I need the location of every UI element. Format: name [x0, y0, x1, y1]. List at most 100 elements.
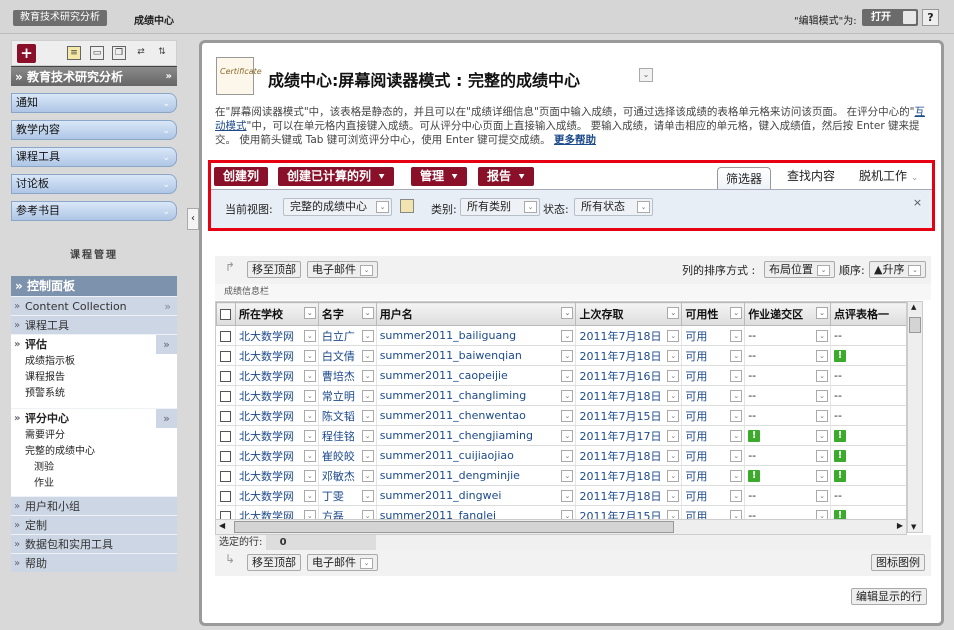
email-bottom-button[interactable]: 电子邮件 ⌄	[307, 554, 378, 571]
cell-hw[interactable]: -- ⌄	[744, 325, 832, 346]
chevron-down-icon[interactable]: ⌄	[730, 350, 743, 362]
control-panel-title[interactable]: » 控制面板	[11, 276, 177, 296]
tab-offline[interactable]: 脱机工作 ⌄	[859, 167, 918, 189]
cp-customization[interactable]: 定制	[11, 515, 177, 535]
cell-user[interactable]: summer2011_changliming ⌄	[376, 385, 577, 406]
cell-avail[interactable]: 可用 ⌄	[681, 325, 746, 346]
chevron-down-icon[interactable]: ⌄	[303, 307, 316, 319]
cell-name[interactable]: 丁雯 ⌄	[318, 485, 377, 506]
status-select[interactable]: 所有状态 ⌄	[574, 198, 653, 216]
cell-school[interactable]: 北大数学网 ⌄	[235, 445, 319, 466]
chevron-down-icon[interactable]: ⌄	[303, 450, 316, 462]
cell-avail[interactable]: 可用 ⌄	[681, 465, 746, 486]
chevron-down-icon[interactable]: ⌄	[730, 410, 743, 422]
chevron-down-icon[interactable]: ⌄	[730, 370, 743, 382]
course-title[interactable]: » 教育技术研究分析 »	[11, 66, 177, 86]
cell-review[interactable]: --	[830, 485, 906, 506]
cell-review[interactable]: !	[830, 345, 906, 366]
icon-legend-button[interactable]: 图标图例	[871, 554, 925, 571]
chevron-down-icon[interactable]: ⌄	[303, 490, 316, 502]
scroll-up-icon[interactable]: ▲	[911, 303, 916, 311]
cell-name[interactable]: 程佳铭 ⌄	[318, 425, 377, 446]
chevron-down-icon[interactable]: ⌄	[561, 390, 574, 402]
cell-avail[interactable]: 可用 ⌄	[681, 385, 746, 406]
tab-find[interactable]: 查找内容	[787, 167, 835, 189]
chevron-down-icon[interactable]: ⌄	[561, 350, 574, 362]
more-help-link[interactable]: 更多帮助	[554, 134, 596, 146]
chevron-down-icon[interactable]: ⌄	[361, 410, 374, 422]
col-header-school[interactable]: 所在学校 ⌄	[234, 302, 319, 326]
cell-name[interactable]: 陈文韬 ⌄	[318, 405, 377, 426]
category-select[interactable]: 所有类别 ⌄	[460, 198, 540, 216]
cell-date[interactable]: 2011年7月18日 ⌄	[575, 325, 683, 346]
scroll-thumb[interactable]	[234, 521, 674, 533]
row-checkbox[interactable]	[219, 370, 231, 382]
cell-hw[interactable]: ! ⌄	[744, 425, 832, 446]
report-button[interactable]: 报告 ⯆	[478, 167, 535, 186]
chevron-down-icon[interactable]: ⌄	[361, 490, 374, 502]
row-checkbox[interactable]	[219, 430, 231, 442]
sort-icon[interactable]: ⇅	[155, 46, 169, 60]
cell-review[interactable]: --	[830, 325, 906, 346]
cp-users-groups[interactable]: 用户和小组	[11, 496, 177, 516]
sidebar-item-content[interactable]: 教学内容 ⌄	[11, 120, 177, 140]
close-filter-icon[interactable]: ×	[911, 196, 924, 209]
chevron-down-icon[interactable]: ⌄	[816, 370, 829, 382]
cell-school[interactable]: 北大数学网 ⌄	[235, 465, 319, 486]
chevron-down-icon[interactable]: ⌄	[667, 490, 680, 502]
cell-avail[interactable]: 可用 ⌄	[681, 485, 746, 506]
cell-name[interactable]: 常立明 ⌄	[318, 385, 377, 406]
chevron-down-icon[interactable]: ⌄	[816, 390, 829, 402]
cell-hw[interactable]: -- ⌄	[744, 385, 832, 406]
move-to-top-button[interactable]: 移至顶部	[247, 261, 301, 278]
cell-hw[interactable]: -- ⌄	[744, 405, 832, 426]
cell-review[interactable]: --	[830, 405, 906, 426]
cp-link-course-reports[interactable]: 课程报告	[11, 370, 177, 386]
sidebar-item-announcements[interactable]: 通知 ⌄	[11, 93, 177, 113]
cell-school[interactable]: 北大数学网 ⌄	[235, 485, 319, 506]
cell-date[interactable]: 2011年7月16日 ⌄	[575, 365, 683, 386]
cell-review[interactable]: !	[830, 465, 906, 486]
cell-user[interactable]: summer2011_chenwentao ⌄	[376, 405, 577, 426]
chevron-down-icon[interactable]: ⌄	[361, 350, 374, 362]
edit-displayed-rows-button[interactable]: 编辑显示的行	[851, 588, 927, 605]
cell-hw[interactable]: -- ⌄	[744, 345, 832, 366]
cell-date[interactable]: 2011年7月18日 ⌄	[575, 385, 683, 406]
col-header-username[interactable]: 用户名 ⌄	[375, 302, 577, 326]
chevron-down-icon[interactable]: ⌄	[561, 307, 574, 319]
cell-user[interactable]: summer2011_dengminjie ⌄	[376, 465, 577, 486]
chevron-down-icon[interactable]: ⌄	[816, 430, 829, 442]
sort-select[interactable]: 布局位置 ⌄	[764, 261, 835, 278]
tab-filter[interactable]: 筛选器	[717, 167, 772, 189]
col-header-last-access[interactable]: 上次存取 ⌄	[575, 302, 683, 326]
cell-date[interactable]: 2011年7月18日 ⌄	[575, 345, 683, 366]
cp-course-tools[interactable]: 课程工具	[11, 315, 177, 335]
chevron-down-icon[interactable]: ⌄	[667, 350, 680, 362]
cp-link-full-grade-center[interactable]: 完整的成绩中心	[11, 444, 177, 460]
cell-name[interactable]: 崔皎皎 ⌄	[318, 445, 377, 466]
edit-mode-toggle[interactable]: 打开	[862, 9, 918, 26]
cell-review[interactable]: !	[830, 445, 906, 466]
cell-school[interactable]: 北大数学网 ⌄	[235, 425, 319, 446]
cell-name[interactable]: 曹培杰 ⌄	[318, 365, 377, 386]
cell-date[interactable]: 2011年7月15日 ⌄	[575, 405, 683, 426]
cell-review[interactable]: --	[830, 365, 906, 386]
view-select[interactable]: 完整的成绩中心 ⌄	[283, 198, 392, 216]
cell-date[interactable]: 2011年7月18日 ⌄	[575, 445, 683, 466]
chevron-down-icon[interactable]: ⌄	[561, 410, 574, 422]
chevron-down-icon[interactable]: ⌄	[667, 410, 680, 422]
cell-user[interactable]: summer2011_dingwei ⌄	[376, 485, 577, 506]
cell-name[interactable]: 白立广 ⌄	[318, 325, 377, 346]
horizontal-scrollbar[interactable]: ◀ ▶	[215, 519, 907, 535]
create-calculated-column-button[interactable]: 创建已计算的列 ⯆	[278, 167, 395, 186]
sidebar-item-tools[interactable]: 课程工具 ⌄	[11, 147, 177, 167]
chevron-down-icon[interactable]: ⌄	[730, 330, 743, 342]
chevron-down-icon[interactable]: ⌄	[303, 350, 316, 362]
cell-avail[interactable]: 可用 ⌄	[681, 445, 746, 466]
row-checkbox[interactable]	[219, 390, 231, 402]
chevron-down-icon[interactable]: ⌄	[303, 470, 316, 482]
cp-link-tests[interactable]: 测验	[11, 460, 177, 476]
folder-view-icon[interactable]: ▭	[90, 46, 104, 60]
cell-avail[interactable]: 可用 ⌄	[681, 425, 746, 446]
scroll-right-icon[interactable]: ▶	[897, 521, 903, 530]
